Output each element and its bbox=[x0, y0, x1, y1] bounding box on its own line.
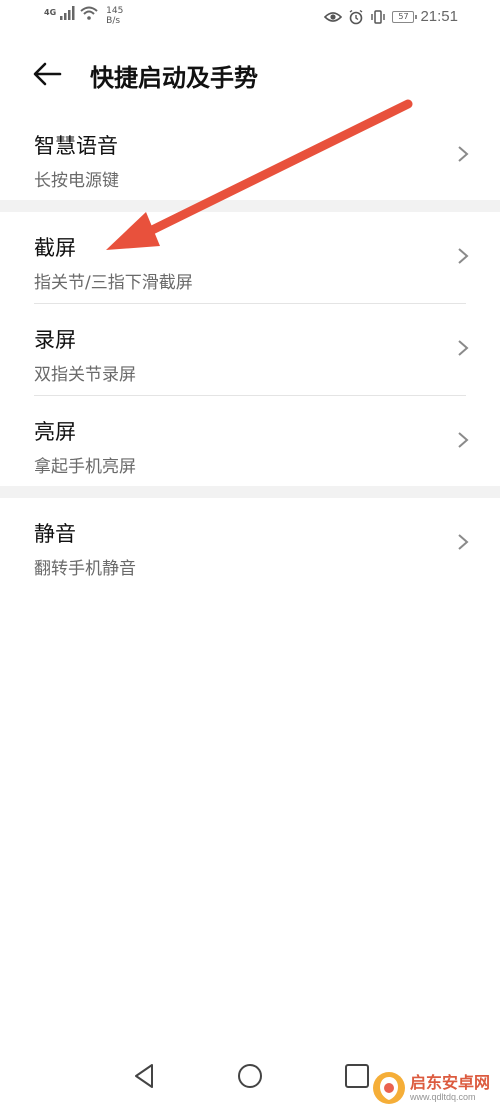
chevron-right-icon bbox=[458, 340, 469, 356]
item-title: 亮屏 bbox=[34, 420, 76, 444]
watermark: 启东安卓网 www.qdltdq.com bbox=[372, 1071, 490, 1105]
chevron-right-icon bbox=[458, 248, 469, 264]
nav-back-icon[interactable] bbox=[128, 1059, 162, 1093]
app-header: 快捷启动及手势 bbox=[0, 50, 500, 98]
item-title: 截屏 bbox=[34, 236, 76, 260]
chevron-right-icon bbox=[458, 534, 469, 550]
settings-screen: 4G 145 B/s 57 21:51 快捷启动及手势 智慧语音 长按电源键 截… bbox=[0, 0, 500, 1111]
item-subtitle: 双指关节录屏 bbox=[34, 365, 136, 385]
watermark-text: 启东安卓网 www.qdltdq.com bbox=[409, 1072, 490, 1102]
vibrate-icon bbox=[371, 9, 386, 24]
watermark-url: www.qdltdq.com bbox=[409, 1091, 476, 1102]
nav-recents-icon[interactable] bbox=[340, 1059, 374, 1093]
settings-group-screen: 截屏 指关节/三指下滑截屏 录屏 双指关节录屏 亮屏 拿起手机亮屏 bbox=[0, 212, 500, 488]
list-item-screenshot[interactable]: 截屏 指关节/三指下滑截屏 bbox=[0, 212, 500, 304]
item-title: 智慧语音 bbox=[34, 134, 118, 158]
settings-group-voice: 智慧语音 长按电源键 bbox=[0, 110, 500, 202]
back-button[interactable] bbox=[30, 58, 66, 90]
network-speed: 145 B/s bbox=[106, 6, 123, 26]
section-separator bbox=[0, 486, 500, 498]
eye-icon bbox=[324, 11, 343, 22]
signal-icon bbox=[60, 6, 75, 20]
list-item-wake-screen[interactable]: 亮屏 拿起手机亮屏 bbox=[0, 396, 500, 488]
network-type: 4G bbox=[44, 8, 57, 17]
item-subtitle: 翻转手机静音 bbox=[34, 559, 136, 579]
list-item-smart-voice[interactable]: 智慧语音 长按电源键 bbox=[0, 110, 500, 202]
watermark-name: 启东安卓网 bbox=[409, 1072, 490, 1092]
item-title: 静音 bbox=[34, 522, 76, 546]
speed-unit: B/s bbox=[106, 16, 121, 26]
settings-group-mute: 静音 翻转手机静音 bbox=[0, 498, 500, 590]
item-title: 录屏 bbox=[34, 328, 76, 352]
item-subtitle: 长按电源键 bbox=[34, 171, 119, 191]
back-arrow-icon bbox=[33, 62, 62, 86]
battery-icon: 57 bbox=[392, 10, 418, 23]
status-left: 4G 145 B/s bbox=[44, 6, 123, 26]
item-subtitle: 拿起手机亮屏 bbox=[34, 457, 136, 477]
watermark-logo-icon bbox=[372, 1072, 405, 1104]
item-subtitle: 指关节/三指下滑截屏 bbox=[34, 273, 193, 293]
status-bar: 4G 145 B/s 57 21:51 bbox=[0, 0, 500, 34]
nav-home-icon[interactable] bbox=[233, 1059, 267, 1093]
wifi-icon bbox=[80, 6, 98, 20]
alarm-icon bbox=[350, 9, 363, 24]
status-right: 57 21:51 bbox=[324, 8, 458, 25]
speed-value: 145 bbox=[106, 6, 124, 16]
chevron-right-icon bbox=[458, 146, 469, 162]
chevron-right-icon bbox=[458, 432, 469, 448]
page-title: 快捷启动及手势 bbox=[90, 64, 258, 92]
clock: 21:51 bbox=[420, 8, 458, 25]
section-separator bbox=[0, 200, 500, 212]
list-item-mute[interactable]: 静音 翻转手机静音 bbox=[0, 498, 500, 590]
list-item-screen-record[interactable]: 录屏 双指关节录屏 bbox=[0, 304, 500, 396]
